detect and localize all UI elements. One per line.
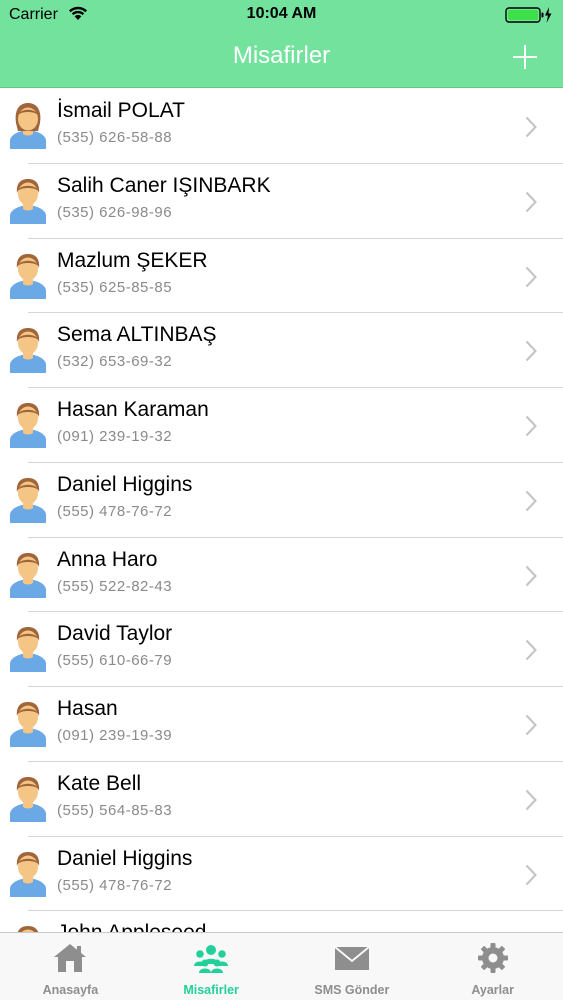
guest-phone: (535) 626-58-88	[57, 129, 173, 146]
guest-name: İsmail POLAT	[57, 99, 185, 122]
male-avatar-icon	[8, 699, 48, 747]
tab-sms-gönder[interactable]: SMS Gönder	[282, 933, 423, 1000]
male-avatar-icon	[8, 176, 48, 224]
chevron-right-icon	[525, 341, 537, 362]
tab-label: Anasayfa	[42, 983, 99, 997]
chevron-right-icon	[525, 116, 537, 138]
male-avatar-icon	[8, 475, 48, 523]
guest-row[interactable]: Hasan Karaman (091) 239-19-32	[0, 388, 563, 463]
guest-row[interactable]: John Appleseed	[0, 911, 563, 932]
guest-name: Mazlum ŞEKER	[57, 248, 208, 272]
tab-bar: Anasayfa Misafirler SMS Gönder Ayarlar	[0, 932, 563, 1000]
battery-charging-icon	[505, 7, 552, 23]
guest-row[interactable]: Hasan (091) 239-19-39	[0, 687, 563, 762]
guest-row[interactable]: Salih Caner IŞINBARK (535) 626-98-96	[0, 164, 563, 239]
male-avatar-icon	[8, 849, 48, 897]
page-title: Misafirler	[232, 42, 331, 69]
status-time: 10:04 AM	[246, 5, 317, 22]
male-avatar-icon	[8, 251, 48, 299]
home-icon	[52, 942, 88, 974]
male-avatar-icon	[8, 774, 48, 822]
guest-name: Hasan	[57, 697, 118, 720]
tab-label: Ayarlar	[471, 983, 514, 997]
male-avatar-icon	[8, 923, 48, 932]
female-avatar-icon	[8, 101, 48, 149]
chevron-right-icon	[525, 714, 537, 736]
male-avatar-icon	[8, 624, 48, 673]
guest-name: Anna Haro	[57, 547, 158, 571]
guest-phone: (555) 610-66-79	[57, 652, 173, 670]
guest-list[interactable]: İsmail POLAT (535) 626-58-88 Salih Caner I…	[0, 89, 563, 932]
male-avatar-icon	[8, 325, 48, 374]
guest-row[interactable]: Mazlum ŞEKER (535) 625-85-85	[0, 239, 563, 314]
chevron-right-icon	[525, 864, 537, 885]
male-avatar-icon	[8, 400, 48, 448]
guest-row[interactable]: Daniel Higgins (555) 478-76-72	[0, 463, 563, 538]
chevron-right-icon	[525, 191, 537, 212]
tab-ayarlar[interactable]: Ayarlar	[422, 933, 563, 1000]
guest-phone: (555) 478-76-72	[57, 876, 173, 894]
guest-row[interactable]: Sema ALTINBAŞ (532) 653-69-32	[0, 313, 563, 388]
chevron-right-icon	[525, 490, 537, 511]
chevron-right-icon	[525, 415, 537, 437]
status-bar: Carrier 10:04 AM	[0, 0, 563, 30]
gear-icon	[475, 942, 511, 974]
guest-phone: (535) 625-85-85	[57, 278, 173, 296]
tab-anasayfa[interactable]: Anasayfa	[0, 933, 141, 1000]
guest-phone: (555) 564-85-83	[57, 801, 173, 819]
guest-row[interactable]: David Taylor (555) 610-66-79	[0, 612, 563, 687]
guest-row[interactable]: Kate Bell (555) 564-85-83	[0, 762, 563, 837]
guest-name: Sema ALTINBAŞ	[57, 323, 217, 347]
guest-phone: (555) 522-82-43	[57, 577, 173, 595]
guest-row[interactable]: İsmail POLAT (535) 626-58-88	[0, 89, 563, 164]
add-guest-button[interactable]	[513, 45, 537, 69]
guest-phone: (535) 626-98-96	[57, 203, 173, 221]
tab-label: Misafirler	[183, 983, 239, 997]
chevron-right-icon	[525, 789, 537, 810]
chevron-right-icon	[525, 565, 537, 586]
guest-name: David Taylor	[57, 622, 173, 646]
navigation-bar: Misafirler	[0, 30, 563, 88]
guest-name: Salih Caner IŞINBARK	[57, 173, 271, 197]
male-avatar-icon	[8, 550, 48, 598]
tab-misafirler[interactable]: Misafirler	[141, 933, 282, 1000]
chevron-right-icon	[525, 640, 537, 661]
guest-name: Kate Bell	[57, 771, 142, 795]
guest-row[interactable]: Anna Haro (555) 522-82-43	[0, 538, 563, 613]
guest-name: John Appleseed	[57, 921, 206, 932]
guest-phone: (532) 653-69-32	[57, 353, 173, 371]
guest-phone: (091) 239-19-32	[57, 428, 173, 445]
envelope-icon	[334, 942, 370, 974]
chevron-right-icon	[525, 266, 537, 287]
group-icon	[193, 942, 229, 974]
guest-phone: (555) 478-76-72	[57, 502, 173, 520]
guest-phone: (091) 239-19-39	[57, 727, 173, 744]
guest-name: Daniel Higgins	[57, 472, 193, 496]
guest-row[interactable]: Daniel Higgins (555) 478-76-72	[0, 837, 563, 912]
tab-label: SMS Gönder	[314, 983, 390, 997]
guest-name: Daniel Higgins	[57, 846, 193, 870]
guest-name: Hasan Karaman	[57, 398, 209, 421]
